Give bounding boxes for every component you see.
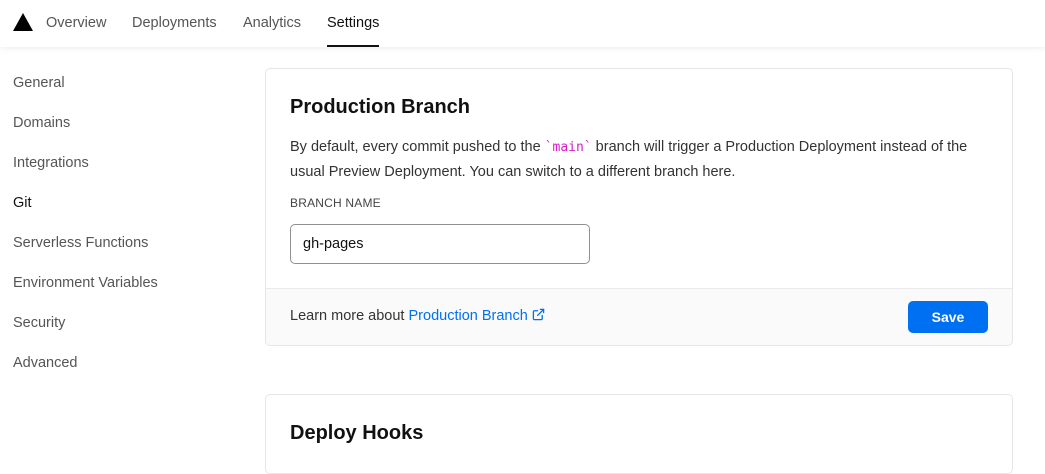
sidebar-item-environment-variables[interactable]: Environment Variables — [13, 273, 158, 293]
branch-name-label: BRANCH NAME — [290, 196, 381, 210]
tab-overview[interactable]: Overview — [46, 0, 106, 47]
footer-learn-more: Learn more about Production Branch — [290, 308, 545, 324]
sidebar-item-advanced[interactable]: Advanced — [13, 353, 78, 373]
sidebar-item-git[interactable]: Git — [13, 193, 32, 213]
external-link-icon — [532, 308, 545, 321]
branch-name-input[interactable] — [290, 224, 590, 264]
production-branch-link[interactable]: Production Branch — [409, 308, 545, 324]
sidebar-item-security[interactable]: Security — [13, 313, 65, 333]
sidebar-item-general[interactable]: General — [13, 73, 65, 93]
sidebar-item-integrations[interactable]: Integrations — [13, 153, 89, 173]
footer-text: Learn more about — [290, 308, 409, 324]
top-navigation: Overview Deployments Analytics Settings — [0, 0, 1045, 47]
tab-settings[interactable]: Settings — [327, 0, 380, 47]
triangle-logo-icon[interactable] — [13, 13, 33, 31]
card-description: By default, every commit pushed to the `… — [290, 135, 990, 184]
card-title: Production Branch — [290, 96, 471, 118]
deploy-hooks-card: Deploy Hooks — [265, 394, 1013, 474]
save-button[interactable]: Save — [908, 301, 988, 333]
card-footer: Learn more about Production Branch Save — [266, 288, 1012, 345]
production-branch-link-label: Production Branch — [408, 308, 528, 324]
desc-text-before: By default, every commit pushed to the — [290, 139, 545, 155]
tab-deployments[interactable]: Deployments — [132, 0, 217, 47]
production-branch-card: Production Branch By default, every comm… — [265, 68, 1013, 346]
tab-analytics[interactable]: Analytics — [243, 0, 301, 47]
desc-code-main: `main` — [544, 140, 592, 155]
sidebar-item-domains[interactable]: Domains — [13, 113, 70, 133]
sidebar-item-serverless-functions[interactable]: Serverless Functions — [13, 233, 148, 253]
card-title: Deploy Hooks — [290, 422, 424, 444]
